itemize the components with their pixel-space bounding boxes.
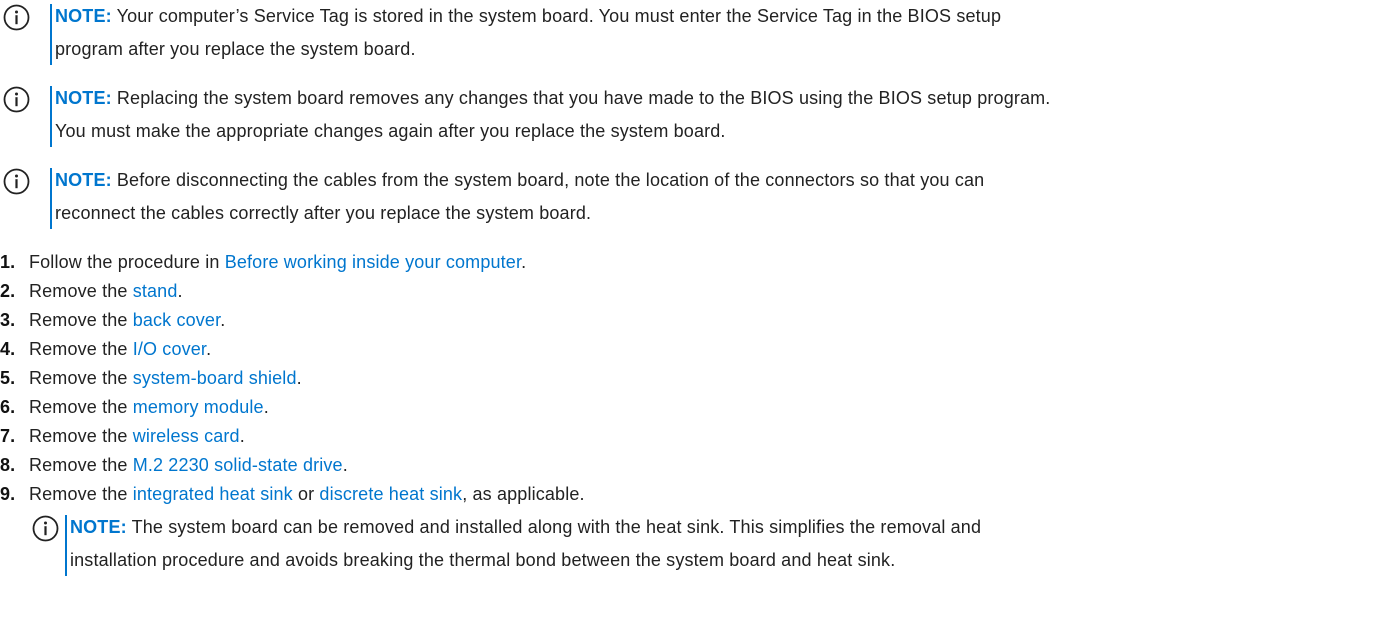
note-text-line2: program after you replace the system boa… (55, 39, 416, 59)
note-text-line2: installation procedure and avoids breaki… (70, 550, 896, 570)
note-label: NOTE: (55, 6, 112, 26)
note-label: NOTE: (55, 88, 112, 108)
info-icon (3, 4, 30, 31)
step-punct: . (342, 455, 348, 475)
note-bar (50, 86, 52, 147)
note-bar (65, 515, 67, 576)
note-bar (50, 4, 52, 65)
note-body: NOTE: Replacing the system board removes… (55, 82, 1050, 148)
step-item: 1. Follow the procedure in Before workin… (0, 248, 1389, 277)
note-text-line1: Before disconnecting the cables from the… (111, 170, 985, 190)
step-item: 2. Remove the stand. (0, 277, 1389, 306)
step-number: 9. (0, 484, 16, 504)
step-punct: . (263, 397, 269, 417)
step-text: Remove the (29, 368, 133, 388)
step-number: 8. (0, 455, 16, 475)
info-icon (3, 86, 30, 113)
step-number: 4. (0, 339, 16, 359)
step-text: Remove the (29, 455, 133, 475)
step-punct: . (220, 310, 226, 330)
step-text-mid: or (292, 484, 320, 504)
note-body: NOTE: The system board can be removed an… (70, 511, 981, 577)
note-label: NOTE: (70, 517, 127, 537)
step-item: 5. Remove the system-board shield. (0, 364, 1389, 393)
step-punct: . (206, 339, 212, 359)
note-text-line2: reconnect the cables correctly after you… (55, 203, 592, 223)
step-text: Follow the procedure in (29, 252, 225, 272)
link-memory-module[interactable]: memory module (133, 397, 264, 417)
step-number: 7. (0, 426, 16, 446)
step-number: 6. (0, 397, 16, 417)
step-item: 4. Remove the I/O cover. (0, 335, 1389, 364)
step-item: 8. Remove the M.2 2230 solid-state drive… (0, 451, 1389, 480)
step-punct: , as applicable. (462, 484, 585, 504)
step-text: Remove the (29, 339, 133, 359)
note-text-line1: Your computer’s Service Tag is stored in… (111, 6, 1002, 26)
info-icon (3, 168, 30, 195)
step-item: 3. Remove the back cover. (0, 306, 1389, 335)
step-punct: . (177, 281, 183, 301)
step-text: Remove the (29, 310, 133, 330)
step-punct: . (239, 426, 245, 446)
step-number: 5. (0, 368, 16, 388)
link-before-working[interactable]: Before working inside your computer (225, 252, 521, 272)
info-icon (32, 515, 59, 542)
note-body: NOTE: Your computer’s Service Tag is sto… (55, 0, 1001, 66)
step-text: Remove the (29, 397, 133, 417)
step-number: 3. (0, 310, 16, 330)
step-text: Remove the (29, 484, 133, 504)
link-system-board-shield[interactable]: system-board shield (133, 368, 297, 388)
link-m2-ssd[interactable]: M.2 2230 solid-state drive (133, 455, 343, 475)
step-text: Remove the (29, 426, 133, 446)
note-text-line2: You must make the appropriate changes ag… (55, 121, 726, 141)
link-stand[interactable]: stand (133, 281, 178, 301)
step-punct: . (296, 368, 302, 388)
procedure-steps: 1. Follow the procedure in Before workin… (0, 248, 1389, 509)
link-back-cover[interactable]: back cover (133, 310, 221, 330)
step-item: 6. Remove the memory module. (0, 393, 1389, 422)
step-number: 1. (0, 252, 16, 272)
link-wireless-card[interactable]: wireless card (133, 426, 240, 446)
note-body: NOTE: Before disconnecting the cables fr… (55, 164, 984, 230)
note-text-line1: Replacing the system board removes any c… (111, 88, 1051, 108)
step-number: 2. (0, 281, 16, 301)
note-text-line1: The system board can be removed and inst… (126, 517, 982, 537)
note-bar (50, 168, 52, 229)
link-discrete-heat-sink[interactable]: discrete heat sink (319, 484, 462, 504)
step-punct: . (521, 252, 527, 272)
step-text: Remove the (29, 281, 133, 301)
note-label: NOTE: (55, 170, 112, 190)
step-item: 7. Remove the wireless card. (0, 422, 1389, 451)
link-integrated-heat-sink[interactable]: integrated heat sink (133, 484, 293, 504)
step-item: 9. Remove the integrated heat sink or di… (0, 480, 1389, 509)
link-io-cover[interactable]: I/O cover (133, 339, 206, 359)
